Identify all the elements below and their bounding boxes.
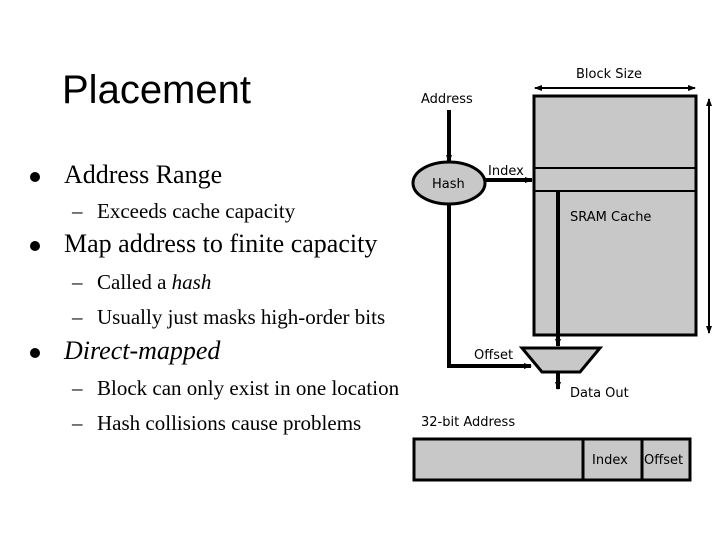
- address-field-tag: [412, 437, 585, 482]
- index-label: Index: [488, 164, 524, 179]
- address-field-offset-label: Offset: [644, 453, 683, 468]
- block-size-label: Block Size: [576, 67, 642, 82]
- offset-path: [447, 204, 532, 369]
- cache-diagram: Block Size SRAM Cache Address Hash Index…: [411, 67, 712, 482]
- mux-selector: [518, 346, 604, 374]
- sram-cache-label: SRAM Cache: [570, 210, 651, 225]
- hash-label: Hash: [432, 177, 465, 192]
- address-bits-label: 32-bit Address: [421, 415, 515, 430]
- address-label: Address: [421, 92, 473, 107]
- offset-label: Offset: [474, 348, 513, 363]
- data-out-label: Data Out: [570, 386, 629, 401]
- address-field-index-label: Index: [592, 453, 628, 468]
